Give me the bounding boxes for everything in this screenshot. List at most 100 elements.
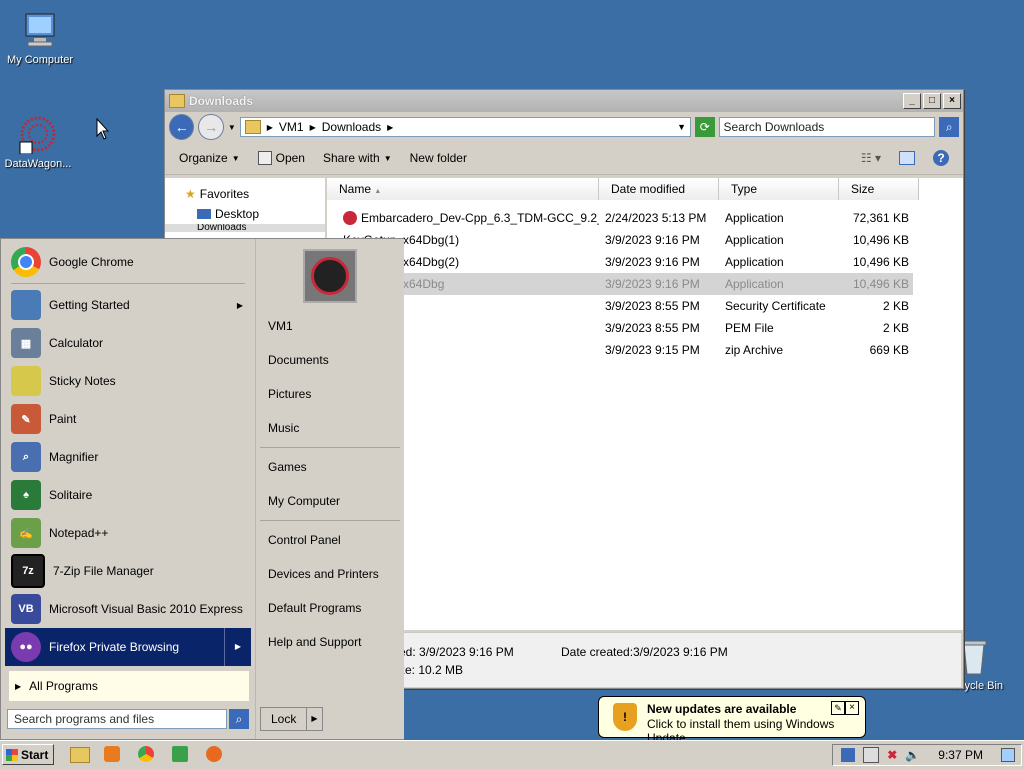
all-programs-button[interactable]: ▶ All Programs: [9, 671, 249, 701]
clock[interactable]: 9:37 PM: [938, 748, 983, 762]
explorer-taskbar-icon[interactable]: [70, 747, 90, 763]
file-size: 72,361 KB: [852, 211, 909, 225]
nav-item-desktop[interactable]: Desktop: [165, 204, 325, 224]
table-row[interactable]: m3/9/2023 8:55 PMPEM File2 KB: [327, 317, 913, 339]
settings-wrench-icon[interactable]: ✎: [831, 701, 845, 715]
header-label: Size: [851, 182, 875, 196]
breadcrumb-vm1[interactable]: VM1: [279, 120, 304, 134]
csharp-taskbar-icon[interactable]: [172, 746, 188, 762]
column-header-date[interactable]: Date modified: [599, 178, 719, 200]
program-calculator[interactable]: ▦ Calculator: [5, 324, 251, 362]
sort-up-icon: ▲: [374, 188, 382, 195]
program-notepadpp[interactable]: ✍ Notepad++: [5, 514, 251, 552]
program-solitaire[interactable]: ♠ Solitaire: [5, 476, 251, 514]
place-games[interactable]: Games: [256, 450, 404, 484]
start-button[interactable]: Start: [2, 744, 54, 765]
close-button[interactable]: ×: [943, 93, 961, 109]
maximize-button[interactable]: □: [923, 93, 941, 109]
place-devices-printers[interactable]: Devices and Printers: [256, 557, 404, 591]
windows-update-tray-icon[interactable]: [841, 748, 856, 762]
table-row[interactable]: aster3/9/2023 9:15 PMzip Archive669 KB: [327, 339, 913, 361]
place-pictures[interactable]: Pictures: [256, 377, 404, 411]
place-default-programs[interactable]: Default Programs: [256, 591, 404, 625]
view-options-icon[interactable]: ☷ ▾: [861, 151, 881, 165]
firefox-taskbar-icon[interactable]: [206, 746, 222, 762]
program-paint[interactable]: ✎ Paint: [5, 400, 251, 438]
open-icon: [257, 151, 272, 165]
search-button[interactable]: ⌕: [939, 117, 959, 137]
preview-pane-icon[interactable]: [899, 151, 915, 165]
nav-item-favorites[interactable]: ★ Favorites: [165, 184, 325, 204]
table-row[interactable]: 3/9/2023 8:55 PM Security Certificate 2 KB: [327, 295, 913, 317]
place-music[interactable]: Music: [256, 411, 404, 445]
update-notification[interactable]: ! New updates are available Click to ins…: [598, 696, 866, 745]
program-sticky-notes[interactable]: Sticky Notes: [5, 362, 251, 400]
program-getting-started[interactable]: Getting Started ▶: [5, 286, 251, 324]
volume-icon[interactable]: 🔈: [905, 748, 920, 762]
desktop-icon-my-computer[interactable]: My Computer: [0, 10, 80, 66]
column-header-size[interactable]: Size: [839, 178, 919, 200]
action-center-tray-icon[interactable]: ✖: [887, 748, 897, 762]
program-magnifier[interactable]: ⌕ Magnifier: [5, 438, 251, 476]
breadcrumb-downloads[interactable]: Downloads: [322, 120, 381, 134]
notification-title: New updates are available: [647, 702, 797, 716]
back-button[interactable]: ←: [169, 114, 195, 140]
table-row[interactable]: KeyGetup_x64Dbg(2)3/9/2023 9:16 PMApplic…: [327, 251, 913, 273]
file-type: Security Certificate: [725, 299, 826, 313]
show-desktop-icon[interactable]: [1001, 748, 1015, 762]
media-player-taskbar-icon[interactable]: [104, 746, 120, 762]
start-search-button[interactable]: ⌕: [229, 709, 249, 729]
desktop-icon-label: My Computer: [6, 54, 74, 66]
start-search-input[interactable]: Search programs and files: [7, 709, 227, 729]
program-google-chrome[interactable]: Google Chrome: [5, 243, 251, 281]
desktop-icon-datawagon[interactable]: DataWagon...: [0, 114, 78, 170]
organize-button[interactable]: Organize ▼: [179, 151, 240, 165]
network-tray-icon[interactable]: [863, 747, 880, 763]
title-bar[interactable]: Downloads _ □ ×: [165, 90, 963, 112]
file-date: 2/24/2023 5:13 PM: [605, 211, 707, 225]
minimize-button[interactable]: _: [903, 93, 921, 109]
chrome-taskbar-icon[interactable]: [138, 746, 154, 762]
place-documents[interactable]: Documents: [256, 343, 404, 377]
open-button[interactable]: Open: [257, 151, 305, 165]
refresh-button[interactable]: ⟳: [695, 117, 715, 137]
column-header-type[interactable]: Type: [719, 178, 839, 200]
program-firefox-private[interactable]: ●● Firefox Private Browsing ▶: [5, 628, 251, 666]
window-title: Downloads: [189, 94, 254, 108]
shield-warning-icon: !: [613, 703, 637, 731]
forward-button[interactable]: →: [198, 114, 224, 140]
file-date: 3/9/2023 9:16 PM: [605, 277, 700, 291]
lock-button-group: Lock ▶: [260, 707, 323, 731]
lock-options-arrow-icon[interactable]: ▶: [306, 708, 321, 730]
address-dropdown-icon[interactable]: ▼: [677, 122, 686, 132]
close-icon[interactable]: ×: [845, 701, 859, 715]
header-label: Type: [731, 182, 758, 196]
place-my-computer[interactable]: My Computer: [256, 484, 404, 518]
sticky-notes-icon: [11, 366, 41, 396]
organize-label: Organize: [179, 151, 228, 165]
program-visual-basic[interactable]: VB Microsoft Visual Basic 2010 Express: [5, 590, 251, 628]
new-folder-button[interactable]: New folder: [410, 151, 467, 165]
table-row-selected[interactable]: KeyGetup_x64Dbg3/9/2023 9:16 PMApplicati…: [327, 273, 913, 295]
mouse-cursor-icon: [96, 118, 110, 140]
search-input[interactable]: Search Downloads: [718, 117, 936, 137]
vb-icon: VB: [11, 594, 41, 624]
lock-button[interactable]: Lock: [261, 708, 306, 730]
app-icon: [343, 211, 357, 225]
user-picture[interactable]: [303, 249, 357, 303]
column-header-name[interactable]: Name ▲: [327, 178, 599, 200]
place-control-panel[interactable]: Control Panel: [256, 523, 404, 557]
help-icon[interactable]: ?: [933, 150, 949, 166]
windows-logo-icon: [6, 748, 18, 761]
place-vm1[interactable]: VM1: [256, 309, 404, 343]
submenu-arrow-icon[interactable]: ▶: [224, 628, 251, 666]
history-dropdown-icon[interactable]: ▼: [228, 123, 236, 132]
file-date: 3/9/2023 9:16 PM: [605, 233, 700, 247]
place-help-support[interactable]: Help and Support: [256, 625, 404, 659]
table-row[interactable]: KeyGetup_x64Dbg(1)3/9/2023 9:16 PMApplic…: [327, 229, 913, 251]
nav-item-downloads[interactable]: Downloads: [165, 224, 325, 232]
share-with-button[interactable]: Share with ▼: [323, 151, 392, 165]
table-row[interactable]: Embarcadero_Dev-Cpp_6.3_TDM-GCC_9.2_... 2…: [327, 207, 913, 229]
program-7zip[interactable]: 7z 7-Zip File Manager: [5, 552, 251, 590]
address-box[interactable]: ▶ VM1 ▶ Downloads ▶ ▼: [239, 117, 691, 137]
